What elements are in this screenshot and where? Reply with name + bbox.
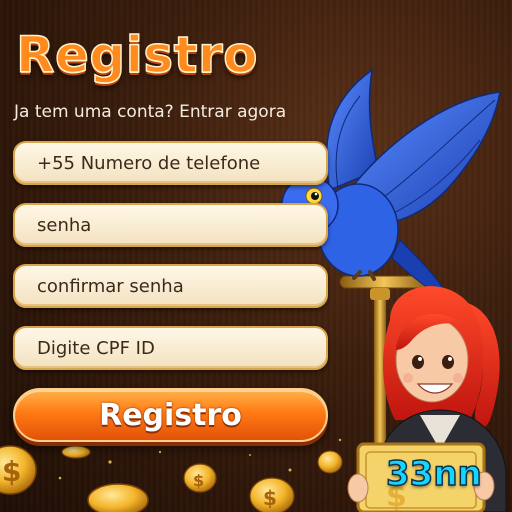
gold-coin-icon <box>317 450 343 474</box>
sign-text: 33nn <box>385 453 482 495</box>
register-button[interactable]: Registro <box>13 388 328 442</box>
gold-coin-icon <box>61 445 91 459</box>
gold-coins: $ $ $ <box>0 445 343 512</box>
confirm-password-input[interactable]: confirmar senha <box>13 264 328 308</box>
gold-coin-icon <box>87 483 149 512</box>
page-title: Registro <box>15 25 259 85</box>
login-link[interactable]: Ja tem uma conta? Entrar agora <box>14 102 286 122</box>
cpf-input[interactable]: Digite CPF ID <box>13 326 328 370</box>
password-input[interactable]: senha <box>13 203 328 247</box>
svg-text:$: $ <box>2 455 21 488</box>
phone-input[interactable]: +55 Numero de telefone <box>13 141 328 185</box>
svg-text:$: $ <box>193 471 204 490</box>
svg-text:$: $ <box>263 486 277 510</box>
